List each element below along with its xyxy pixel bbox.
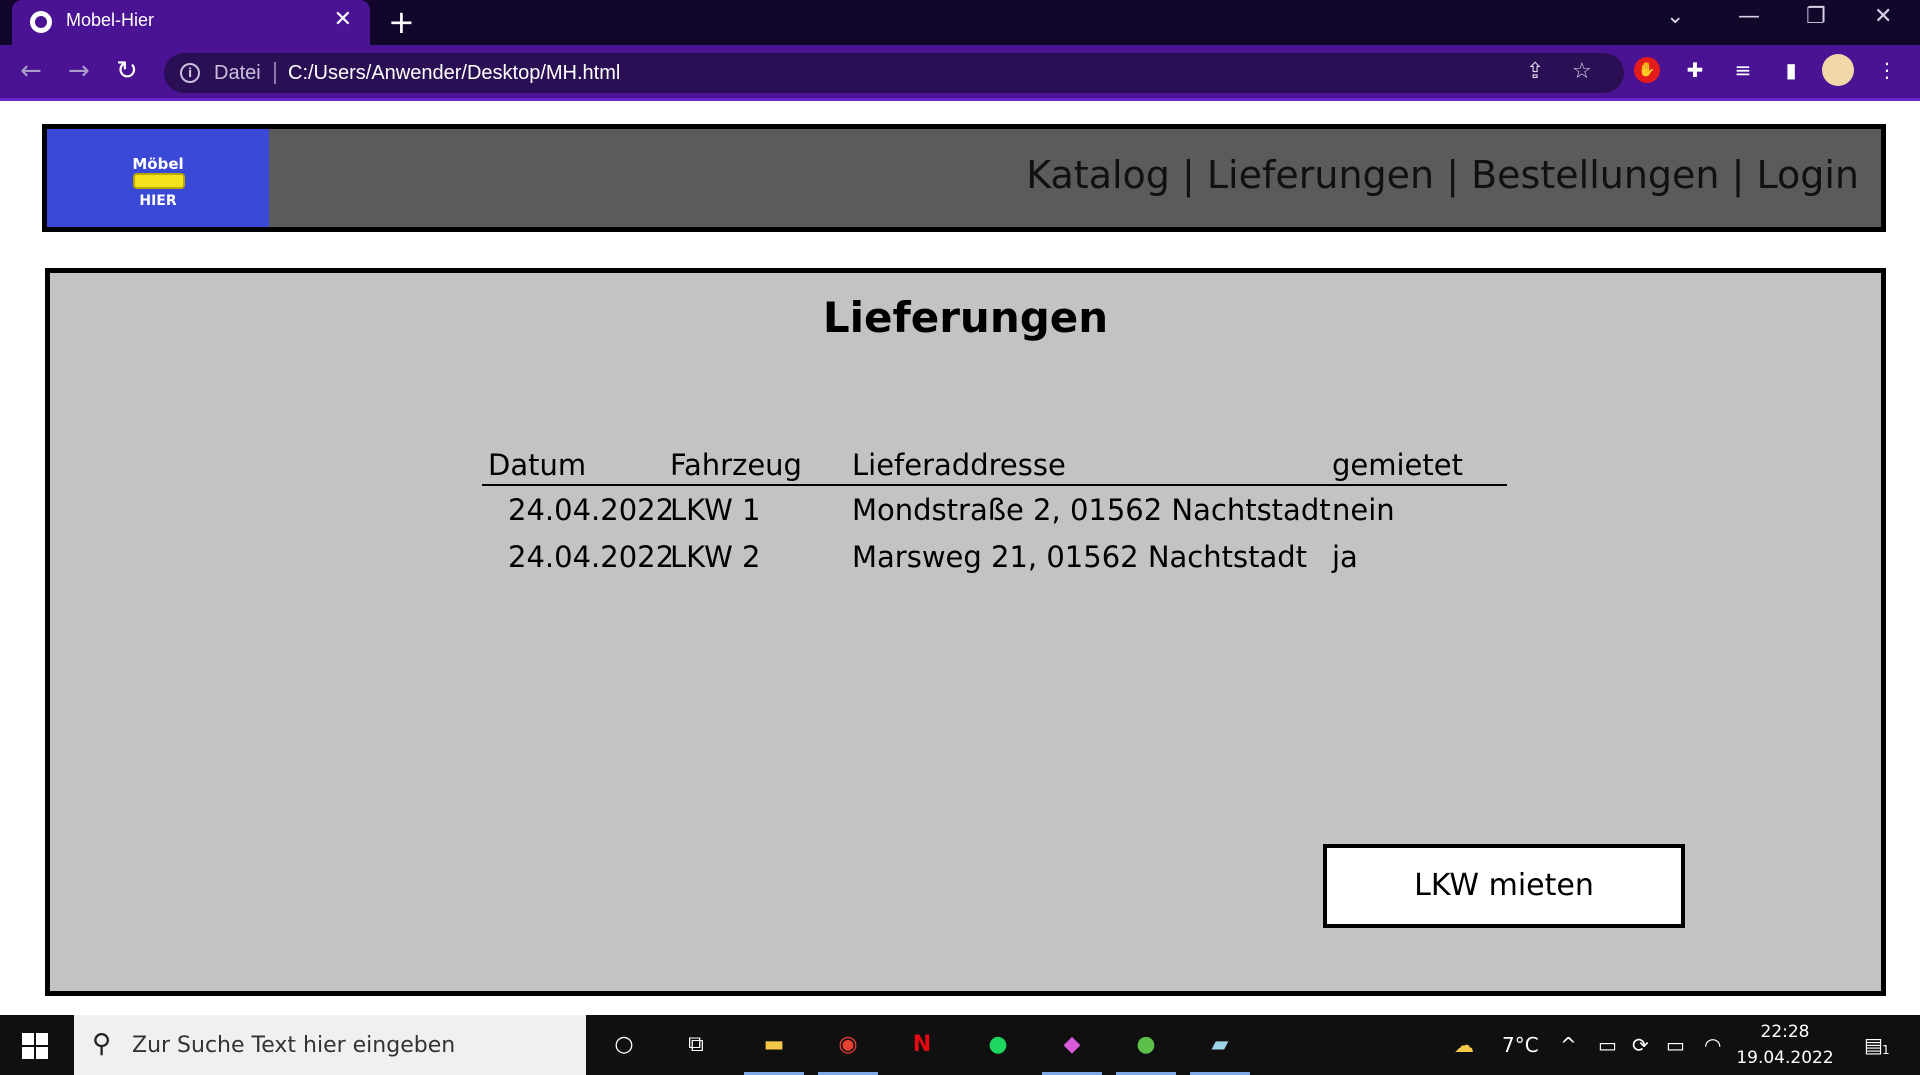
nav-separator: | xyxy=(1719,153,1757,197)
logo-text-top: Möbel xyxy=(132,155,184,173)
sync-icon[interactable]: ⟳ xyxy=(1632,1033,1649,1057)
column-header-lieferaddresse: Lieferaddresse xyxy=(852,448,1066,482)
forward-icon[interactable]: → xyxy=(68,58,90,84)
cell-gemietet: nein xyxy=(1332,493,1395,527)
chevron-up-icon[interactable]: ^ xyxy=(1560,1033,1577,1057)
browser-tab-bar: Mobel-Hier ✕ + ⌄ — ❐ ✕ xyxy=(0,0,1920,45)
cortana-icon[interactable]: ○ xyxy=(608,1029,640,1061)
address-url[interactable]: C:/Users/Anwender/Desktop/MH.html xyxy=(288,62,620,85)
taskbar-search[interactable]: ⚲ Zur Suche Text hier eingeben xyxy=(74,1015,586,1075)
cell-gemietet: ja xyxy=(1332,540,1358,574)
notifications-icon[interactable]: ▤ xyxy=(1864,1033,1883,1057)
globe-icon xyxy=(30,11,52,33)
column-header-fahrzeug: Fahrzeug xyxy=(670,448,802,482)
cell-datum: 24.04.2022 xyxy=(508,540,675,574)
deliveries-table: Datum Fahrzeug Lieferaddresse gemietet 2… xyxy=(482,448,1507,580)
tab-title: Mobel-Hier xyxy=(66,10,155,30)
rent-truck-button[interactable]: LKW mieten xyxy=(1323,844,1685,928)
column-header-gemietet: gemietet xyxy=(1332,448,1463,482)
notepad-icon[interactable]: ▰ xyxy=(1190,1029,1250,1075)
table-row: 24.04.2022 LKW 2 Marsweg 21, 01562 Nacht… xyxy=(482,533,1507,580)
tab-close-button[interactable]: ✕ xyxy=(334,7,352,32)
notification-count: 1 xyxy=(1882,1043,1890,1057)
cell-fahrzeug: LKW 1 xyxy=(670,493,761,527)
nav-separator: | xyxy=(1434,153,1472,197)
meet-icon[interactable]: ▭ xyxy=(1598,1033,1617,1057)
sofa-icon xyxy=(133,173,185,189)
site-header: Möbel HIER Katalog | Lieferungen | Beste… xyxy=(42,124,1886,232)
main-nav: Katalog | Lieferungen | Bestellungen | L… xyxy=(1026,153,1859,197)
weather-icon[interactable]: ☁ xyxy=(1454,1033,1474,1057)
share-icon[interactable]: ⇪ xyxy=(1526,59,1544,84)
search-icon: ⚲ xyxy=(92,1029,112,1059)
file-explorer-icon[interactable]: ▬ xyxy=(744,1029,804,1075)
avatar[interactable] xyxy=(1822,54,1854,86)
taskbar: ⚲ Zur Suche Text hier eingeben ○ ⧉ ▬ ◉ N… xyxy=(0,1015,1920,1075)
battery-icon[interactable]: ▭ xyxy=(1666,1033,1685,1057)
table-row: 24.04.2022 LKW 1 Mondstraße 2, 01562 Nac… xyxy=(482,486,1507,533)
cell-lieferaddresse: Marsweg 21, 01562 Nachtstadt xyxy=(852,540,1308,574)
back-icon[interactable]: ← xyxy=(20,58,42,84)
reload-icon[interactable]: ↻ xyxy=(116,58,138,84)
wifi-icon[interactable]: ◠ xyxy=(1704,1033,1721,1057)
new-tab-button[interactable]: + xyxy=(388,3,415,41)
tab-search-icon[interactable]: ⌄ xyxy=(1666,4,1684,29)
cell-fahrzeug: LKW 2 xyxy=(670,540,761,574)
address-bar[interactable]: i Datei C:/Users/Anwender/Desktop/MH.htm… xyxy=(164,53,1624,93)
cell-lieferaddresse: Mondstraße 2, 01562 Nachtstadt xyxy=(852,493,1331,527)
clock[interactable]: 22:28 19.04.2022 xyxy=(1730,1019,1840,1071)
close-window-button[interactable]: ✕ xyxy=(1874,4,1892,29)
sidepanel-icon[interactable]: ▮ xyxy=(1778,57,1804,83)
address-scheme: Datei xyxy=(214,62,261,84)
windows-start-icon[interactable] xyxy=(22,1033,48,1059)
search-placeholder: Zur Suche Text hier eingeben xyxy=(132,1033,456,1058)
menu-icon[interactable]: ⋮ xyxy=(1874,57,1900,83)
restore-button[interactable]: ❐ xyxy=(1806,4,1826,29)
star-icon[interactable]: ☆ xyxy=(1572,59,1592,84)
app-icon[interactable]: ● xyxy=(1116,1029,1176,1075)
chrome-icon[interactable]: ◉ xyxy=(818,1029,878,1075)
task-view-icon[interactable]: ⧉ xyxy=(680,1029,712,1061)
info-icon[interactable]: i xyxy=(180,63,200,83)
deliveries-panel: Lieferungen Datum Fahrzeug Lieferaddress… xyxy=(45,268,1886,996)
clock-time: 22:28 xyxy=(1760,1022,1810,1042)
address-divider xyxy=(274,62,276,84)
browser-tab[interactable]: Mobel-Hier ✕ xyxy=(12,0,370,45)
media-icon[interactable]: ≡ xyxy=(1730,57,1756,83)
table-header: Datum Fahrzeug Lieferaddresse gemietet xyxy=(482,448,1507,486)
paint-icon[interactable]: ◆ xyxy=(1042,1029,1102,1075)
spotify-icon[interactable]: ● xyxy=(982,1029,1014,1061)
column-header-datum: Datum xyxy=(488,448,587,482)
puzzle-icon[interactable]: ✚ xyxy=(1682,57,1708,83)
logo[interactable]: Möbel HIER xyxy=(47,129,269,227)
cell-datum: 24.04.2022 xyxy=(508,493,675,527)
logo-text-bottom: HIER xyxy=(139,193,177,209)
weather-temp[interactable]: 7°C xyxy=(1502,1033,1539,1057)
browser-toolbar: ← → ↻ i Datei C:/Users/Anwender/Desktop/… xyxy=(0,45,1920,101)
nav-katalog[interactable]: Katalog xyxy=(1026,153,1170,197)
minimize-button[interactable]: — xyxy=(1738,4,1760,29)
netflix-icon[interactable]: N xyxy=(906,1029,938,1061)
nav-login[interactable]: Login xyxy=(1756,153,1859,197)
nav-bestellungen[interactable]: Bestellungen xyxy=(1471,153,1719,197)
page-title: Lieferungen xyxy=(822,293,1109,342)
nav-separator: | xyxy=(1169,153,1207,197)
nav-lieferungen[interactable]: Lieferungen xyxy=(1207,153,1434,197)
clock-date: 19.04.2022 xyxy=(1736,1048,1834,1068)
extension-icon[interactable]: ✋ xyxy=(1634,57,1660,83)
